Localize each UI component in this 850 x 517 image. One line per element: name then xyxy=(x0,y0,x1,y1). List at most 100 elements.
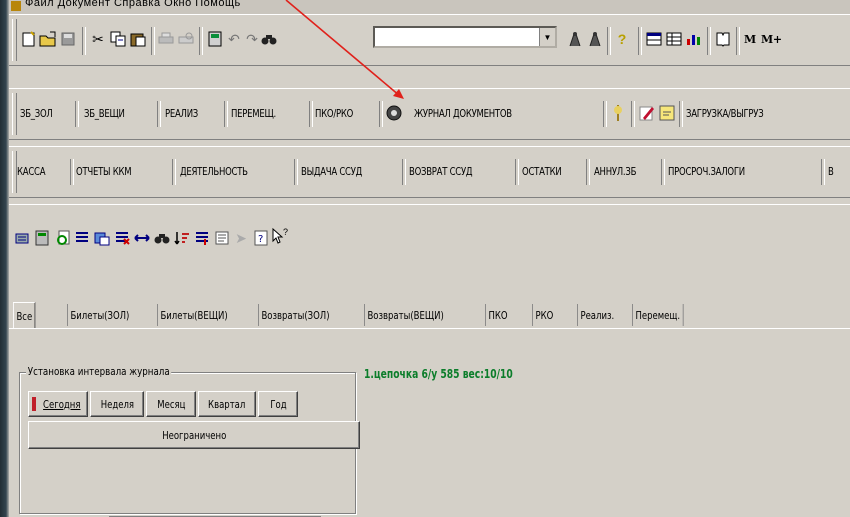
pointer-help-icon[interactable]: ? xyxy=(271,227,289,245)
month-label: Месяц xyxy=(156,397,186,411)
list-lines-icon[interactable] xyxy=(73,229,91,247)
delete-records-icon[interactable] xyxy=(113,229,131,247)
calculator-small-icon[interactable] xyxy=(33,229,51,247)
chart-icon[interactable] xyxy=(685,30,703,48)
toolbar-separator xyxy=(638,27,642,55)
memory-plus-button[interactable]: M+ xyxy=(761,27,782,51)
journal-gear-icon[interactable] xyxy=(385,104,403,122)
memory-button[interactable]: M xyxy=(744,27,756,51)
toolbar-separator xyxy=(736,27,740,55)
actions-icon-toolbar: ➤ ? ? xyxy=(9,204,850,283)
forward-disabled-icon[interactable]: ➤ xyxy=(232,229,250,247)
tab-peremeshch[interactable]: Перемещ. xyxy=(632,304,684,326)
toolbar-separator xyxy=(172,159,176,185)
documents-toolbar: ЗБ_ЗОЛ ЗБ_ВЕЩИ РЕАЛИЗ ПЕРЕМЕЩ. ПКО/РКО Ж… xyxy=(9,88,850,140)
tab-tickets-items[interactable]: Билеты(ВЕЩИ) xyxy=(157,304,230,326)
tree-icon[interactable] xyxy=(609,104,627,122)
realiz-button[interactable]: РЕАЛИЗ xyxy=(165,101,198,125)
help-doc-icon[interactable]: ? xyxy=(252,229,270,247)
find-person-icon[interactable] xyxy=(566,30,584,48)
kassa-button[interactable]: КАССА xyxy=(17,159,46,183)
journal-documents-button[interactable]: ЖУРНАЛ ДОКУМЕНТОВ xyxy=(414,101,512,125)
zb-zol-button[interactable]: ЗБ_ЗОЛ xyxy=(20,101,53,125)
open-folder-icon[interactable] xyxy=(39,30,57,48)
kkm-reports-button[interactable]: ОТЧЕТЫ ККМ xyxy=(76,159,132,183)
loan-return-button[interactable]: ВОЗВРАТ ССУД xyxy=(409,159,473,183)
toolbar-separator xyxy=(631,101,635,127)
save-disk-icon[interactable] xyxy=(59,30,77,48)
search-combobox[interactable]: ▼ xyxy=(373,26,557,48)
print-list-icon[interactable] xyxy=(213,229,231,247)
new-document-icon[interactable] xyxy=(20,30,38,48)
toolbar-separator xyxy=(199,27,203,55)
binoculars-find-icon[interactable] xyxy=(260,30,278,48)
today-button[interactable]: Сегодня xyxy=(28,391,88,417)
tab-tickets-gold[interactable]: Билеты(ЗОЛ) xyxy=(67,304,132,326)
book-icon[interactable] xyxy=(714,30,732,48)
annul-zb-button[interactable]: АННУЛ.ЗБ xyxy=(594,159,636,183)
binoculars-search-icon[interactable] xyxy=(153,229,171,247)
toolbar-grip[interactable] xyxy=(12,93,17,135)
help-question-icon[interactable]: ? xyxy=(613,30,631,48)
combo-dropdown-arrow-icon[interactable]: ▼ xyxy=(539,28,555,46)
activity-button[interactable]: ДЕЯТЕЛЬНОСТЬ xyxy=(180,159,248,183)
month-button[interactable]: Месяц xyxy=(146,391,196,417)
tab-rko[interactable]: РКО xyxy=(532,304,556,326)
paste-icon[interactable] xyxy=(129,30,147,48)
calculator-icon[interactable] xyxy=(206,30,224,48)
undo-icon[interactable]: ↶ xyxy=(225,30,243,48)
grid-icon[interactable] xyxy=(665,30,683,48)
tab-realiz[interactable]: Реализ. xyxy=(577,304,617,326)
quarter-label: Квартал xyxy=(208,397,246,411)
sort-icon[interactable] xyxy=(173,229,191,247)
toolbar-separator xyxy=(224,101,228,127)
user-search-icon[interactable] xyxy=(55,229,73,247)
table-icon[interactable] xyxy=(645,30,663,48)
menu-items[interactable]: Файл Документ Справка Окно Помощь xyxy=(25,0,241,9)
toolbar-separator xyxy=(82,27,86,55)
tab-all[interactable]: Все xyxy=(13,302,36,329)
toolbar-separator xyxy=(515,159,519,185)
toolbar-separator xyxy=(821,159,825,185)
toolbar-separator xyxy=(603,101,607,127)
copy-records-icon[interactable] xyxy=(93,229,111,247)
toolbar-separator xyxy=(151,27,155,55)
peremeshch-button[interactable]: ПЕРЕМЕЩ. xyxy=(231,101,276,125)
week-button[interactable]: Неделя xyxy=(90,391,144,417)
today-label: Сегодня xyxy=(43,397,81,411)
standard-toolbar: ✂ ↶ ↷ ▼ ? M M+ xyxy=(9,14,850,66)
zb-veshchi-button[interactable]: ЗБ_ВЕЩИ xyxy=(84,101,125,125)
expand-width-icon[interactable] xyxy=(133,229,151,247)
note-icon[interactable] xyxy=(658,104,676,122)
balances-button[interactable]: ОСТАТКИ xyxy=(522,159,562,183)
toolbar-separator xyxy=(707,27,711,55)
toolbar-separator xyxy=(309,101,313,127)
more-button[interactable]: В xyxy=(828,159,834,183)
document-export-icon[interactable] xyxy=(13,229,31,247)
tab-pko[interactable]: ПКО xyxy=(485,304,510,326)
week-label: Неделя xyxy=(100,397,134,411)
year-label: Год xyxy=(269,397,287,411)
toolbar-grip[interactable] xyxy=(12,19,17,61)
overdue-pledges-button[interactable]: ПРОСРОЧ.ЗАЛОГИ xyxy=(668,159,745,183)
unlimited-label: Неограничено xyxy=(161,428,227,442)
selected-record-info: 1.цепочка 6/у 585 вес:10/10 xyxy=(364,367,513,381)
print-icon[interactable] xyxy=(157,30,175,48)
tab-returns-gold[interactable]: Возвраты(ЗОЛ) xyxy=(258,304,332,326)
quarter-button[interactable]: Квартал xyxy=(198,391,256,417)
print-preview-icon[interactable] xyxy=(177,30,195,48)
pko-rko-button[interactable]: ПКО/РКО xyxy=(315,101,353,125)
filter-icon[interactable] xyxy=(193,229,211,247)
find-person-next-icon[interactable] xyxy=(586,30,604,48)
copy-icon[interactable] xyxy=(109,30,127,48)
unlimited-button[interactable]: Неограничено xyxy=(28,421,360,449)
today-flag-icon xyxy=(32,397,37,411)
edit-pencil-icon[interactable] xyxy=(638,104,656,122)
loan-issue-button[interactable]: ВЫДАЧА ССУД xyxy=(301,159,362,183)
load-unload-button[interactable]: ЗАГРУЗКА/ВЫГРУЗ xyxy=(686,101,764,125)
cut-scissors-icon[interactable]: ✂ xyxy=(89,30,107,48)
menu-bar[interactable]: Файл Документ Справка Окно Помощь xyxy=(9,0,850,14)
year-button[interactable]: Год xyxy=(258,391,298,417)
tab-returns-items[interactable]: Возвраты(ВЕЩИ) xyxy=(364,304,446,326)
redo-icon[interactable]: ↷ xyxy=(243,30,261,48)
